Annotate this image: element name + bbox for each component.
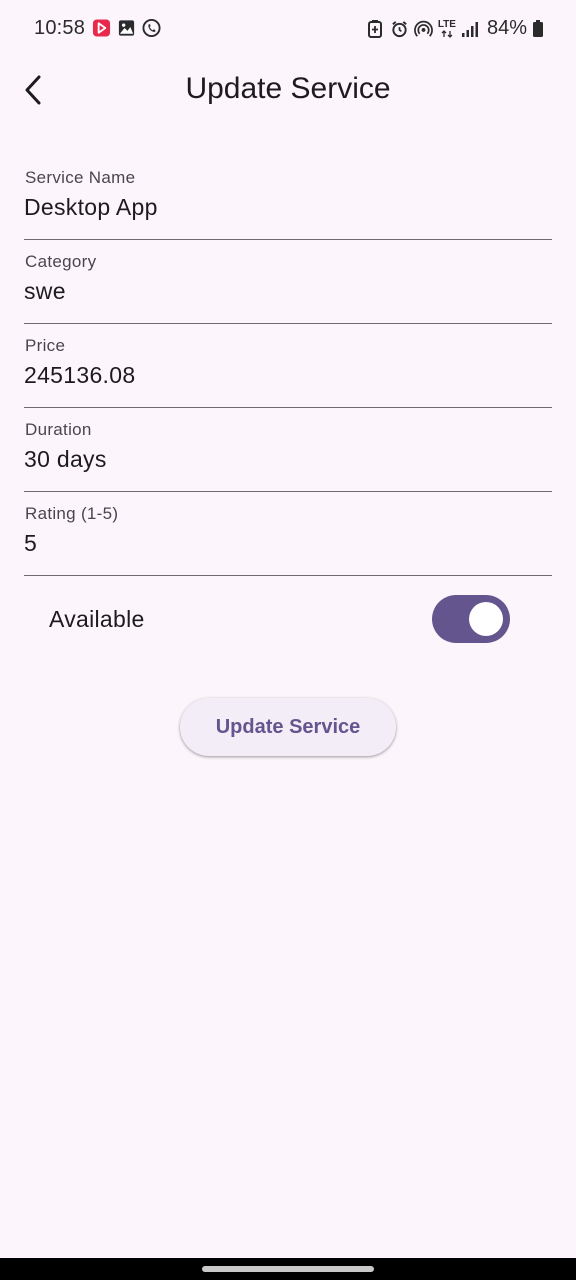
duration-input[interactable] [24, 446, 552, 473]
page-title: Update Service [185, 72, 391, 105]
rating-label: Rating (1-5) [25, 504, 119, 523]
battery-saver-icon [366, 19, 385, 38]
rating-field[interactable]: Rating (1-5) [24, 492, 552, 576]
duration-label: Duration [25, 420, 92, 439]
battery-percentage: 84% [486, 17, 527, 39]
app-bar: Update Service [0, 58, 576, 124]
status-time: 10:58 [34, 17, 86, 39]
service-name-label: Service Name [25, 168, 136, 187]
category-field[interactable]: Category [24, 240, 552, 324]
video-app-icon [92, 18, 111, 37]
price-label: Price [25, 336, 66, 355]
service-name-field[interactable]: Service Name [24, 156, 552, 240]
price-input[interactable] [24, 362, 552, 389]
available-label: Available [49, 606, 145, 632]
update-service-button[interactable]: Update Service [180, 698, 396, 756]
battery-icon [532, 19, 544, 38]
system-icons: LTE 84% [366, 17, 544, 40]
rating-input[interactable] [24, 530, 552, 557]
status-bar: 10:58 LTE 84% [0, 0, 576, 58]
phone-call-icon [142, 18, 161, 37]
duration-field[interactable]: Duration [24, 408, 552, 492]
hotspot-icon [413, 19, 433, 38]
service-name-input[interactable] [24, 194, 552, 221]
toggle-thumb [469, 602, 503, 636]
update-service-form: Service Name Category Price Duration Rat… [24, 156, 552, 576]
category-label: Category [25, 252, 97, 271]
category-input[interactable] [24, 278, 552, 305]
home-indicator[interactable] [202, 1266, 374, 1272]
navigation-bar [0, 1258, 576, 1280]
signal-icon [461, 19, 480, 38]
gallery-icon [117, 18, 136, 37]
lte-icon: LTE [438, 19, 456, 38]
available-toggle[interactable] [432, 595, 510, 643]
price-field[interactable]: Price [24, 324, 552, 408]
available-switch-row[interactable]: Available [24, 576, 552, 662]
notification-icons [92, 18, 161, 37]
alarm-icon [390, 19, 409, 38]
